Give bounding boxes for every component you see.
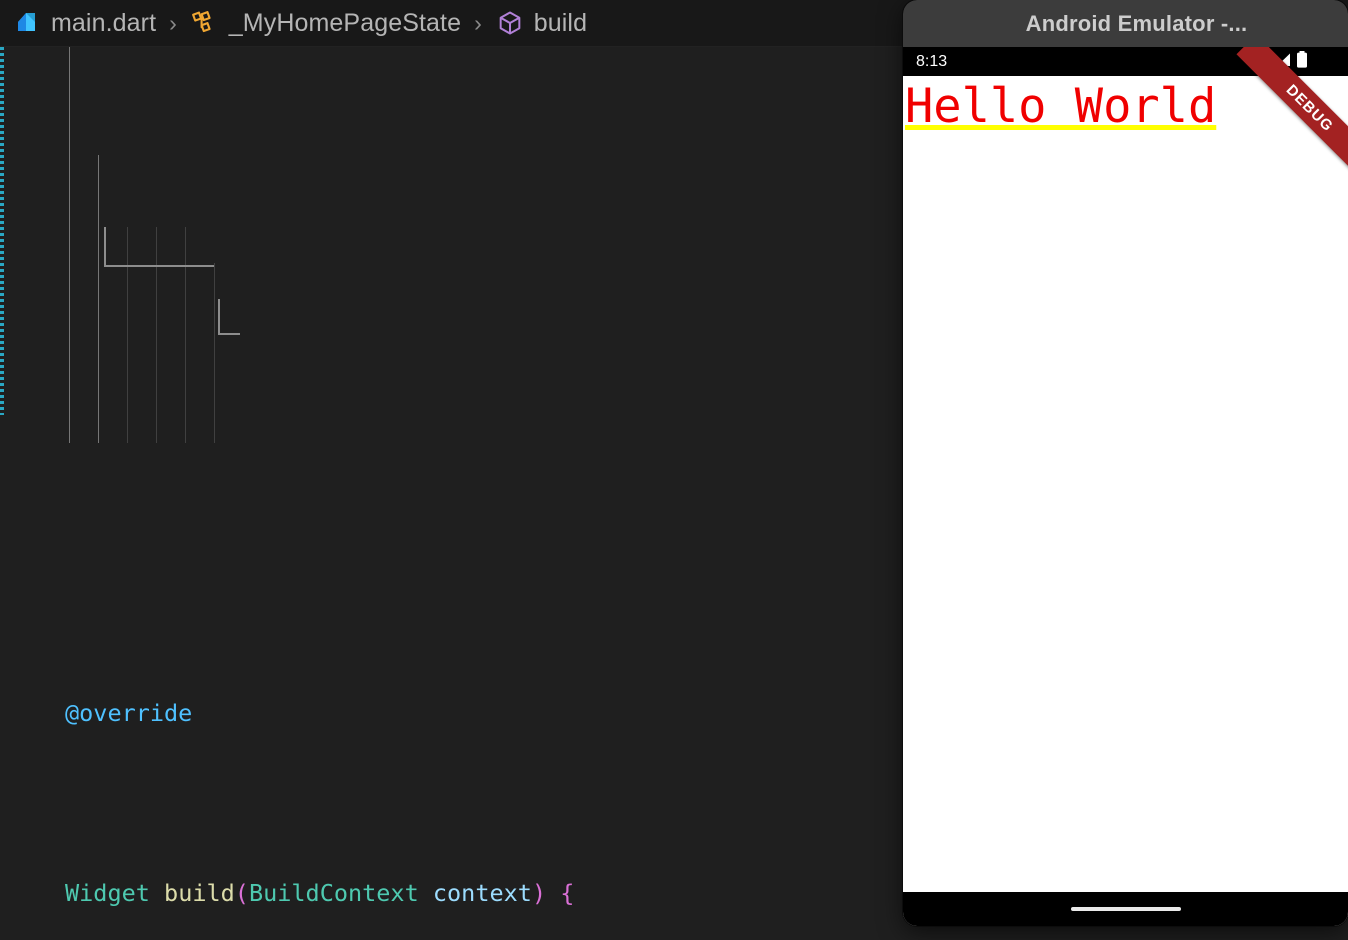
status-bar-clock: 8:13: [916, 52, 948, 70]
breadcrumb-separator-2: ›: [474, 9, 482, 36]
class-icon: [190, 8, 220, 38]
indent-guide: [69, 47, 70, 443]
breadcrumb-item-method[interactable]: build: [491, 6, 591, 40]
widget-guide: [218, 333, 240, 335]
breadcrumb-label-class: _MyHomePageState: [228, 9, 462, 37]
token-variable: context: [432, 879, 532, 907]
widget-guide: [218, 299, 220, 335]
breadcrumb-label-method: build: [533, 9, 588, 37]
token-function: build: [164, 879, 235, 907]
widget-guide: [104, 265, 214, 267]
token-type: BuildContext: [248, 879, 419, 907]
token-type: Widget: [65, 879, 150, 907]
breadcrumb-item-file[interactable]: main.dart: [8, 6, 160, 40]
breadcrumb-label-file: main.dart: [51, 9, 157, 37]
emulator-screen[interactable]: 8:13 Hello World DEBUG: [903, 47, 1348, 926]
screen-root: main.dart › _MyHomePageState › build @ov…: [0, 0, 1348, 940]
android-navigation-bar[interactable]: [903, 892, 1348, 926]
flutter-app-surface[interactable]: Hello World DEBUG: [903, 47, 1348, 892]
dart-file-icon: [12, 8, 42, 38]
emulator-title-bar[interactable]: Android Emulator -...: [903, 0, 1348, 47]
emulator-title: Android Emulator -...: [1025, 10, 1248, 36]
android-emulator-window[interactable]: Android Emulator -... 8:13 Hello World D…: [903, 0, 1348, 926]
breadcrumb-separator-1: ›: [169, 9, 177, 36]
indent-guide: [185, 227, 186, 443]
indent-guide: [98, 155, 99, 443]
indent-guide: [127, 227, 128, 443]
hello-world-text: Hello World: [905, 79, 1217, 134]
indent-guide: [214, 263, 215, 443]
indent-guide: [156, 227, 157, 443]
token-bracket: {: [560, 879, 575, 907]
token-bracket: (: [234, 879, 249, 907]
method-cube-icon: [495, 8, 525, 38]
token-bracket: ): [531, 879, 547, 907]
breadcrumb-item-class[interactable]: _MyHomePageState: [186, 6, 465, 40]
gesture-pill[interactable]: [1070, 907, 1181, 911]
token-annotation: @override: [65, 699, 193, 727]
battery-icon: [1296, 50, 1308, 73]
widget-guide: [104, 227, 106, 267]
